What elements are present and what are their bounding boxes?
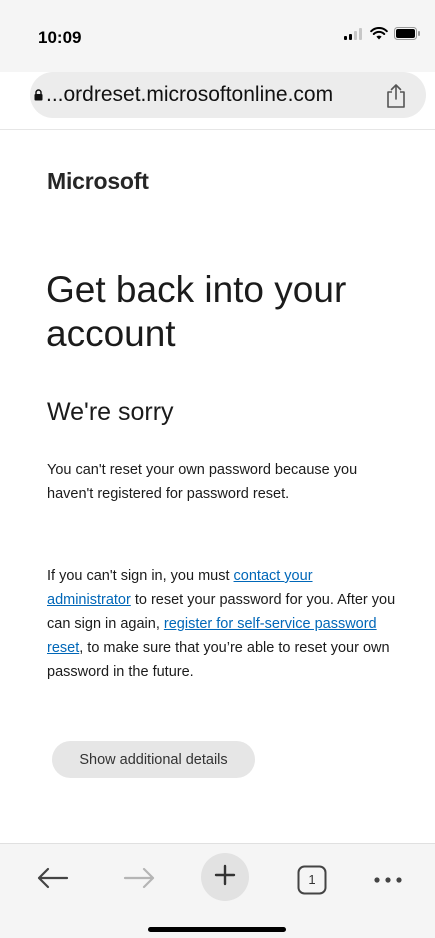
error-heading: We're sorry <box>47 398 174 426</box>
url-text[interactable]: ...ordreset.microsoftonline.com <box>46 83 333 107</box>
instructions-part-3: , to make sure that you’re able to reset… <box>47 640 390 680</box>
signal-icon <box>344 27 364 45</box>
more-dots-icon <box>373 871 403 889</box>
status-bar: 10:09 <box>0 0 435 72</box>
microsoft-logo-text: Microsoft <box>47 168 149 194</box>
tabs-icon: 1 <box>297 865 327 895</box>
plus-icon <box>214 864 236 891</box>
tab-count: 1 <box>308 872 316 887</box>
back-arrow-icon <box>35 866 69 895</box>
browser-toolbar: 1 <box>0 843 435 938</box>
show-additional-details-button[interactable]: Show additional details <box>52 741 255 778</box>
status-icons <box>344 27 421 45</box>
more-options-button[interactable] <box>366 858 410 902</box>
forward-button[interactable] <box>118 858 162 902</box>
instructions-text: If you can't sign in, you must contact y… <box>47 564 397 684</box>
lock-icon <box>34 88 43 101</box>
error-message: You can't reset your own password becaus… <box>47 462 358 502</box>
share-icon[interactable] <box>384 83 408 109</box>
wifi-icon <box>370 27 388 45</box>
tabs-button[interactable]: 1 <box>290 858 334 902</box>
back-button[interactable] <box>30 858 74 902</box>
battery-icon <box>394 27 421 45</box>
header-divider <box>0 129 435 130</box>
address-bar[interactable]: ...ordreset.microsoftonline.com <box>30 72 426 118</box>
forward-arrow-icon <box>123 866 157 895</box>
page-title: Get back into your account <box>46 269 347 354</box>
new-tab-button[interactable] <box>201 853 249 901</box>
instructions-part-1: If you can't sign in, you must <box>47 568 234 584</box>
home-indicator <box>148 927 286 932</box>
status-time: 10:09 <box>38 28 82 47</box>
